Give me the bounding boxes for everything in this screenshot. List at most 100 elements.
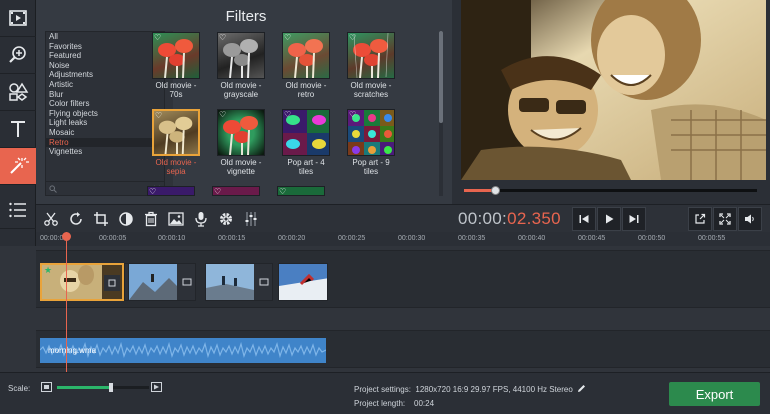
- playhead-handle[interactable]: [62, 232, 71, 241]
- filter-preview-image: ♡: [347, 32, 395, 79]
- zoom-in-timeline-icon[interactable]: [151, 382, 162, 392]
- seek-handle[interactable]: [491, 186, 500, 195]
- favorite-heart-icon: ♡: [214, 187, 222, 196]
- filter-thumbnail[interactable]: ♡ Old movie -70s: [147, 32, 205, 99]
- filter-thumbnail-partial[interactable]: ♡: [147, 186, 195, 196]
- preview-panel: [452, 0, 770, 204]
- category-item[interactable]: Color filters: [46, 99, 164, 109]
- zoom-out-icon[interactable]: [41, 382, 52, 392]
- filter-name-line1: Old movie -: [350, 81, 392, 90]
- filter-thumbnail[interactable]: ♡ Old movie - grayscale: [212, 32, 270, 99]
- filters-tool-button[interactable]: [0, 148, 36, 185]
- filter-name-line2: sepia: [166, 167, 186, 176]
- filter-name-line2: grayscale: [223, 90, 259, 99]
- audio-clip[interactable]: morning.wma: [40, 338, 326, 363]
- filter-name-line2: tiles: [363, 167, 379, 176]
- ruler-tick: 00:00:55: [698, 235, 726, 242]
- search-icon: [49, 185, 57, 193]
- export-button[interactable]: Export: [669, 382, 760, 406]
- rotate-button[interactable]: [66, 209, 86, 229]
- fullscreen-icon: [719, 213, 731, 225]
- scale-slider[interactable]: [57, 383, 149, 392]
- favorite-heart-icon[interactable]: ♡: [349, 33, 356, 42]
- media-import-button[interactable]: [0, 0, 36, 37]
- playback-seek-bar[interactable]: [464, 186, 757, 195]
- star-icon: ★: [44, 265, 53, 275]
- record-audio-button[interactable]: [191, 209, 211, 229]
- filter-name-line2: retro: [297, 90, 315, 99]
- magic-wand-icon: [10, 157, 29, 174]
- delete-button[interactable]: [141, 209, 161, 229]
- filter-thumbnail[interactable]: ♡ Pop art - 4 tiles: [277, 109, 335, 176]
- scissors-icon: [44, 212, 58, 226]
- ruler-tick: 00:00:15: [218, 235, 246, 242]
- detach-preview-button[interactable]: [688, 207, 712, 231]
- video-preview-image: [461, 0, 766, 180]
- cut-button[interactable]: [41, 209, 61, 229]
- filter-thumbnail[interactable]: ♡ Old movie - retro: [277, 32, 335, 99]
- project-length-value: 00:24: [414, 399, 435, 408]
- pencil-icon[interactable]: [577, 384, 586, 393]
- ruler-tick: 00:00:30: [398, 235, 426, 242]
- filter-thumbnail-selected[interactable]: ♡ Old movie - sepia: [147, 109, 205, 176]
- contrast-icon: [119, 212, 133, 226]
- favorite-heart-icon[interactable]: ♡: [154, 33, 161, 42]
- clip-properties-button[interactable]: [216, 209, 236, 229]
- timeline-ruler[interactable]: 00:00:00 00:00:05 00:00:10 00:00:15 00:0…: [36, 232, 770, 246]
- project-settings-value: 1280x720 16:9 29.97 FPS, 44100 Hz Stereo: [415, 385, 573, 394]
- volume-button[interactable]: [738, 207, 762, 231]
- fullscreen-button[interactable]: [713, 207, 737, 231]
- stickers-tool-button[interactable]: [0, 74, 36, 111]
- filter-name-line1: Pop art - 4: [287, 158, 325, 167]
- filter-preview-image: ♡: [217, 109, 265, 156]
- filter-name-line1: Old movie -: [155, 81, 197, 90]
- filter-name-line2: scratches: [353, 90, 389, 99]
- filter-thumbnail[interactable]: ♡ Pop art - 9 tiles: [342, 109, 400, 176]
- filter-thumbnail-partial[interactable]: ♡: [212, 186, 260, 196]
- rotate-icon: [70, 212, 82, 225]
- titles-tool-button[interactable]: [0, 111, 36, 148]
- filter-thumbnail[interactable]: ♡ Old movie - vignette: [212, 109, 270, 176]
- zoom-tool-button[interactable]: [0, 37, 36, 74]
- color-adjust-button[interactable]: [116, 209, 136, 229]
- favorite-heart-icon[interactable]: ♡: [284, 33, 291, 42]
- filter-name-line2: tiles: [298, 167, 314, 176]
- video-clip-selected[interactable]: ★: [40, 263, 124, 301]
- image-icon: [168, 212, 184, 226]
- filter-name-line1: Old movie -: [155, 158, 197, 167]
- ruler-tick: 00:00:35: [458, 235, 486, 242]
- skip-back-button[interactable]: [572, 207, 596, 231]
- insert-image-button[interactable]: [166, 209, 186, 229]
- filters-scrollbar[interactable]: [439, 31, 443, 196]
- favorite-heart-icon[interactable]: ♡: [155, 111, 162, 120]
- filter-preview-image: ♡: [347, 109, 395, 156]
- equalizer-button[interactable]: [241, 209, 261, 229]
- favorite-heart-icon[interactable]: ♡: [349, 110, 356, 119]
- scale-slider-fill: [57, 386, 111, 389]
- playhead-line[interactable]: [66, 232, 67, 372]
- skip-forward-button[interactable]: [622, 207, 646, 231]
- video-clip[interactable]: [205, 263, 273, 301]
- equalizer-icon: [245, 212, 257, 226]
- scale-slider-handle[interactable]: [109, 383, 113, 392]
- ruler-tick: 00:00:05: [99, 235, 127, 242]
- filter-thumbnail-partial[interactable]: ♡: [277, 186, 325, 196]
- favorite-heart-icon: ♡: [279, 187, 287, 196]
- favorite-heart-icon[interactable]: ♡: [284, 110, 291, 119]
- filter-thumbnail[interactable]: ♡ Old movie - scratches: [342, 32, 400, 99]
- ruler-tick: 00:00:50: [638, 235, 666, 242]
- video-clip[interactable]: [128, 263, 196, 301]
- project-length-label: Project length:: [354, 399, 406, 408]
- sepia-couple-photo: [461, 0, 766, 180]
- clip-thumbnail: [42, 265, 122, 299]
- filter-name-line1: Old movie -: [220, 81, 262, 90]
- crop-button[interactable]: [91, 209, 111, 229]
- favorite-heart-icon[interactable]: ♡: [219, 110, 226, 119]
- shapes-icon: [9, 82, 29, 101]
- more-tools-button[interactable]: [0, 192, 36, 229]
- video-clip[interactable]: [278, 263, 328, 301]
- timecode-main: 00:00:: [458, 209, 508, 228]
- favorite-heart-icon[interactable]: ♡: [219, 33, 226, 42]
- play-button[interactable]: [597, 207, 621, 231]
- scrollbar-thumb[interactable]: [439, 31, 443, 123]
